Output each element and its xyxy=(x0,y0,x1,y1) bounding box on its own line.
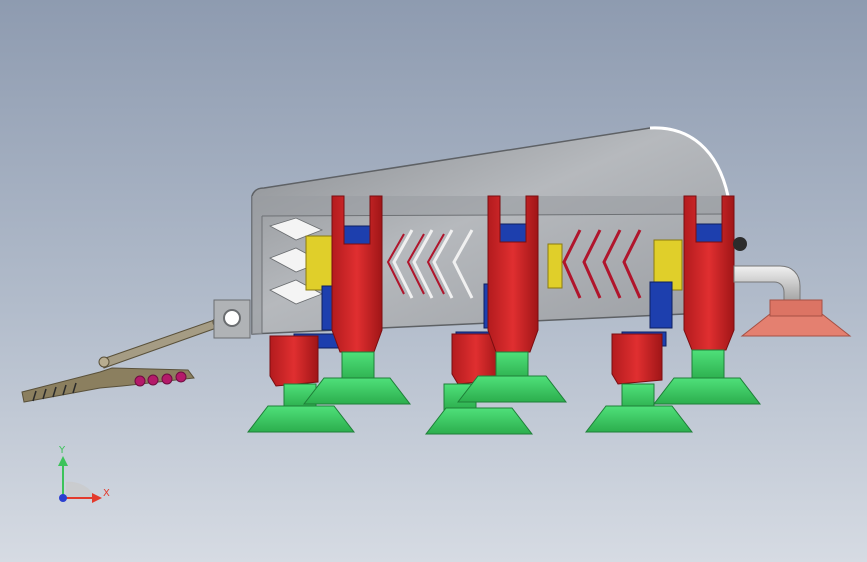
suction-cup-front[interactable] xyxy=(302,349,762,405)
cad-viewport[interactable]: Y X xyxy=(0,0,867,562)
axis-x-label: X xyxy=(103,488,110,499)
linkage-arm[interactable] xyxy=(21,299,251,403)
axis-y-label: Y xyxy=(58,445,66,456)
pipe-elbow xyxy=(733,237,852,337)
coordinate-triad-icon xyxy=(58,456,102,503)
